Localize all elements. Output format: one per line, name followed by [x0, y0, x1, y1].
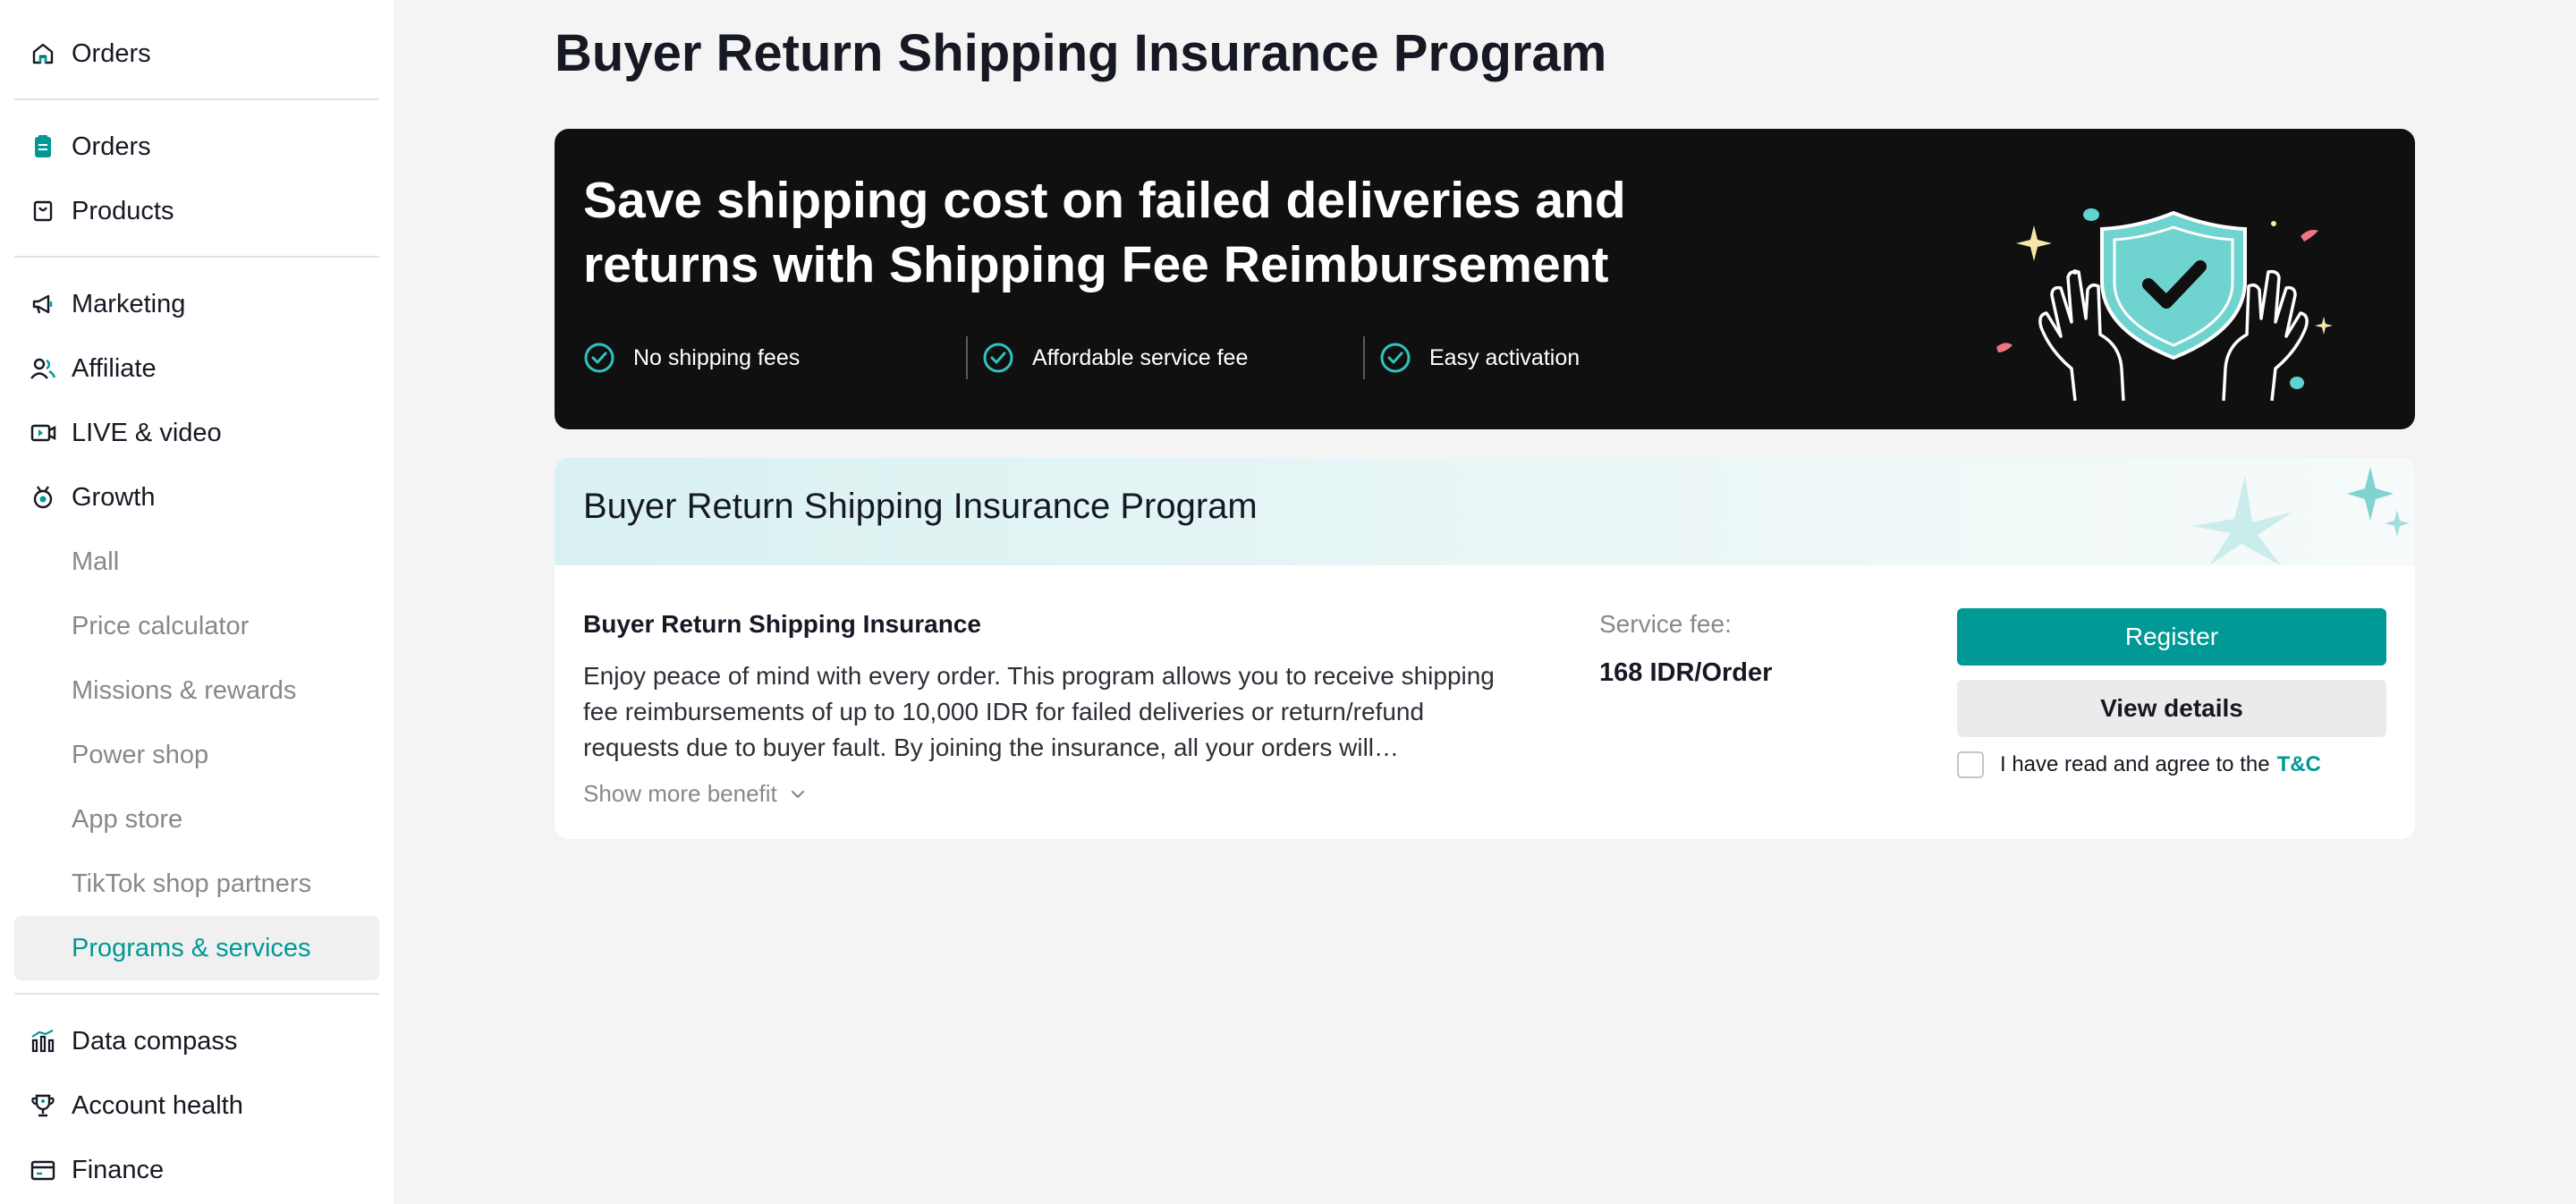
- sidebar-item-live-video[interactable]: LIVE & video: [14, 401, 379, 465]
- promo-banner: Save shipping cost on failed deliveries …: [555, 129, 2415, 429]
- sidebar-divider: [14, 256, 379, 258]
- video-icon: [29, 419, 57, 447]
- shield-hands-illustration: [1996, 208, 2333, 402]
- sidebar-item-label: TikTok shop partners: [72, 869, 312, 898]
- sidebar-item-growth[interactable]: Growth: [14, 465, 379, 530]
- register-button[interactable]: Register: [1957, 608, 2386, 666]
- sidebar-item-products[interactable]: Products: [14, 179, 379, 243]
- banner-feature: No shipping fees: [583, 342, 966, 374]
- check-circle-icon: [1380, 343, 1411, 373]
- people-icon: [29, 354, 57, 383]
- shopping-bag-icon: [29, 197, 57, 225]
- banner-headline: Save shipping cost on failed deliveries …: [583, 172, 1626, 293]
- banner-feature: Affordable service fee: [982, 342, 1363, 374]
- banner-feature-label: Affordable service fee: [1032, 344, 1249, 370]
- feature-separator: [1363, 336, 1365, 379]
- sidebar-item-label: Marketing: [72, 289, 186, 318]
- insurance-title: Buyer Return Shipping Insurance: [583, 610, 981, 638]
- agree-checkbox[interactable]: [1957, 751, 1984, 778]
- tc-link[interactable]: T&C: [2277, 752, 2321, 777]
- sidebar-item-label: App store: [72, 804, 183, 834]
- sidebar-item-programs-services[interactable]: Programs & services: [14, 916, 379, 980]
- sidebar-item-label: Mall: [72, 547, 120, 576]
- sidebar-item-account-health[interactable]: Account health: [14, 1073, 379, 1138]
- insurance-description: Enjoy peace of mind with every order. Th…: [583, 662, 1495, 761]
- sidebar-item-label: Account health: [72, 1090, 243, 1120]
- sidebar-item-label: Finance: [72, 1155, 165, 1184]
- service-fee-value: 168 IDR/Order: [1599, 658, 1773, 687]
- sidebar-item-marketing[interactable]: Marketing: [14, 272, 379, 336]
- banner-feature-label: No shipping fees: [633, 344, 801, 370]
- banner-features: No shipping fees Affordable service fee …: [583, 336, 1580, 379]
- view-details-button[interactable]: View details: [1957, 680, 2386, 737]
- sidebar-item-orders[interactable]: Orders: [14, 114, 379, 179]
- banner-feature-label: Easy activation: [1429, 344, 1580, 370]
- sidebar-item-label: Orders: [72, 38, 151, 68]
- sparkle-decoration: [2191, 467, 2410, 565]
- service-fee-label: Service fee:: [1599, 610, 1732, 638]
- sidebar-item-label: Programs & services: [72, 933, 311, 962]
- megaphone-icon: [29, 290, 57, 318]
- program-card-header: Buyer Return Shipping Insurance Program: [555, 458, 2415, 565]
- program-card-title: Buyer Return Shipping Insurance Program: [583, 487, 1258, 526]
- check-circle-icon: [584, 343, 614, 373]
- sidebar-item-label: Data compass: [72, 1026, 238, 1056]
- agree-text: I have read and agree to the: [2000, 752, 2270, 776]
- program-card: Buyer Return Shipping Insurance Program …: [555, 458, 2415, 839]
- sidebar-item-power-shop[interactable]: Power shop: [14, 723, 379, 787]
- sidebar-item-data-compass[interactable]: Data compass: [14, 1009, 379, 1073]
- sidebar-item-price-calculator[interactable]: Price calculator: [14, 594, 379, 658]
- sidebar-item-app-store[interactable]: App store: [14, 787, 379, 852]
- sidebar-item-tiktok-shop-partners[interactable]: TikTok shop partners: [14, 852, 379, 916]
- show-more-benefit-toggle[interactable]: Show more benefit: [583, 780, 808, 808]
- sidebar-item-label: LIVE & video: [72, 418, 222, 447]
- sidebar-item-missions-rewards[interactable]: Missions & rewards: [14, 658, 379, 723]
- sidebar-item-mall[interactable]: Mall: [14, 530, 379, 594]
- sidebar-item-label: Power shop: [72, 740, 209, 769]
- page-title: Buyer Return Shipping Insurance Program: [555, 24, 1607, 82]
- growth-icon: [29, 483, 57, 512]
- clipboard-icon: [29, 132, 57, 161]
- app-root: Orders Orders Products Marketing Affilia…: [0, 0, 2576, 1204]
- sidebar-item-home[interactable]: Orders: [14, 21, 379, 86]
- trophy-icon: [29, 1091, 57, 1120]
- home-icon: [29, 39, 57, 68]
- sidebar-divider: [14, 993, 379, 995]
- sidebar-item-label: Products: [72, 196, 174, 225]
- program-card-body: Buyer Return Shipping Insurance Enjoy pe…: [555, 565, 2415, 839]
- wallet-icon: [29, 1156, 57, 1184]
- sidebar-item-label: Growth: [72, 482, 156, 512]
- sidebar-item-label: Affiliate: [72, 353, 157, 383]
- sidebar-item-finance[interactable]: Finance: [14, 1138, 379, 1202]
- chevron-down-icon: [791, 790, 804, 798]
- sidebar: Orders Orders Products Marketing Affilia…: [0, 0, 394, 1204]
- sidebar-item-affiliate[interactable]: Affiliate: [14, 336, 379, 401]
- sidebar-item-label: Missions & rewards: [72, 675, 297, 705]
- feature-separator: [966, 336, 968, 379]
- check-circle-icon: [983, 343, 1013, 373]
- terms-agreement: I have read and agree to the T&C: [1957, 751, 2321, 778]
- sidebar-item-label: Orders: [72, 131, 151, 161]
- sidebar-divider: [14, 98, 379, 100]
- sidebar-item-label: Price calculator: [72, 611, 250, 640]
- bar-chart-icon: [29, 1027, 57, 1056]
- banner-feature: Easy activation: [1379, 342, 1580, 374]
- show-more-label: Show more benefit: [583, 780, 777, 807]
